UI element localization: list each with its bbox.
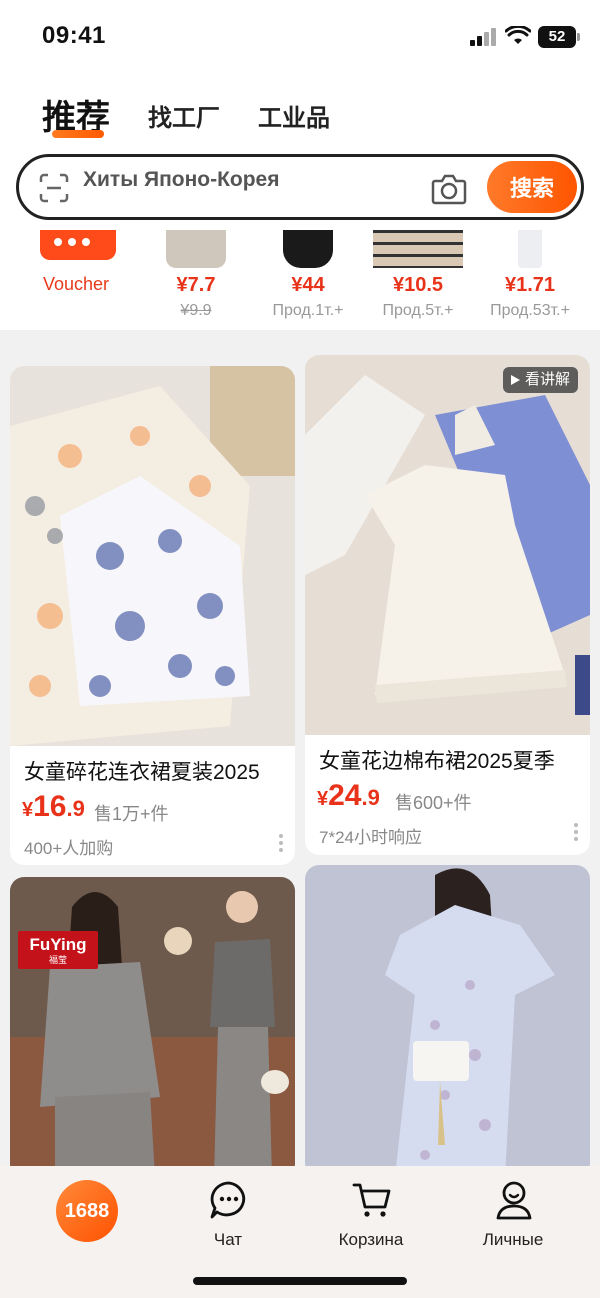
product-image — [305, 355, 590, 735]
tab-label: Чат — [213, 1230, 243, 1249]
product-price: ¥16.9 — [22, 790, 85, 823]
home-indicator — [193, 1277, 407, 1285]
product-card[interactable]: 看讲解 女童花边棉布裙2025夏季 ¥24.9 售600+件 7*24小时响应 — [305, 355, 590, 855]
search-input[interactable] — [83, 165, 423, 195]
camera-icon[interactable] — [431, 173, 467, 205]
voucher-icon — [40, 230, 116, 260]
video-explain-badge[interactable]: 看讲解 — [502, 367, 578, 393]
deal-strip: Voucher ¥7.7 ¥9.9 ¥44 Прод.1т.+ ¥10.5 Пр… — [10, 230, 590, 327]
product-card[interactable] — [305, 865, 590, 1177]
header-area: 09:41 52 推荐 找工厂 工业品 搜索 — [0, 0, 600, 330]
product-title: 女童碎花连衣裙夏装2025 — [24, 761, 260, 784]
tab-chat[interactable]: Чат — [173, 1176, 283, 1256]
deal-price: ¥7.7 — [176, 274, 216, 296]
battery-icon: 52 — [538, 26, 580, 48]
product-price: ¥24.9 — [317, 779, 380, 812]
scan-icon[interactable] — [39, 173, 69, 203]
deal-original-price: ¥9.9 — [180, 302, 212, 319]
product-image — [10, 366, 295, 746]
chat-icon — [210, 1181, 246, 1219]
more-options-icon[interactable] — [279, 834, 283, 852]
product-image — [305, 865, 590, 1177]
deal-item[interactable]: ¥44 Прод.1т.+ — [258, 230, 358, 327]
home-tab-1688-logo[interactable]: 1688 — [56, 1180, 118, 1242]
product-thumbnail — [166, 230, 226, 268]
product-card[interactable]: 福莹 FuYing — [10, 877, 295, 1177]
deal-item[interactable]: ¥1.71 Прод.53т.+ — [480, 230, 580, 327]
status-time: 09:41 — [42, 22, 106, 49]
deal-price: ¥10.5 — [392, 274, 444, 296]
product-meta: 400+人加购 — [24, 839, 114, 858]
deal-item[interactable]: ¥10.5 Прод.5т.+ — [368, 230, 468, 327]
deal-sold: Прод.1т.+ — [272, 302, 344, 319]
product-title: 女童花边棉布裙2025夏季 — [319, 750, 555, 773]
deal-sold: Прод.5т.+ — [382, 302, 454, 319]
tab-profile[interactable]: Личные — [458, 1176, 568, 1256]
product-card[interactable]: 女童碎花连衣裙夏装2025 ¥16.9 售1万+件 400+人加购 — [10, 366, 295, 865]
profile-icon — [496, 1181, 532, 1220]
status-bar: 09:41 52 — [0, 0, 600, 70]
tab-find-factory[interactable]: 找工厂 — [148, 98, 220, 133]
tab-underline — [52, 130, 104, 138]
more-options-icon[interactable] — [574, 823, 578, 841]
deal-item-voucher[interactable]: Voucher — [26, 230, 126, 327]
deal-price: ¥44 — [291, 274, 325, 296]
tab-cart[interactable]: Корзина — [316, 1176, 426, 1256]
brand-logo: 福莹 FuYing — [18, 931, 98, 969]
search-bar: 搜索 — [16, 154, 584, 220]
deal-price: ¥1.71 — [504, 274, 556, 296]
product-thumbnail — [373, 230, 463, 268]
product-meta: 7*24小时响应 — [319, 828, 422, 847]
product-image — [10, 877, 295, 1177]
tab-industrial[interactable]: 工业品 — [258, 98, 330, 133]
product-sold: 售1万+件 — [94, 804, 169, 824]
product-sold: 售600+件 — [395, 793, 472, 813]
wifi-icon — [505, 26, 531, 44]
top-tabs: 推荐 找工厂 工业品 — [0, 88, 600, 138]
tab-label: Корзина — [338, 1230, 404, 1249]
product-thumbnail — [518, 230, 542, 268]
deal-item[interactable]: ¥7.7 ¥9.9 — [146, 230, 246, 327]
shopping-cart-icon — [352, 1183, 391, 1217]
cellular-signal-icon — [470, 28, 498, 46]
tab-label: Личные — [482, 1230, 544, 1249]
search-button[interactable]: 搜索 — [487, 161, 577, 213]
product-thumbnail — [283, 230, 333, 268]
deal-sold: Прод.53т.+ — [490, 302, 570, 319]
deal-label: Voucher — [42, 274, 110, 294]
